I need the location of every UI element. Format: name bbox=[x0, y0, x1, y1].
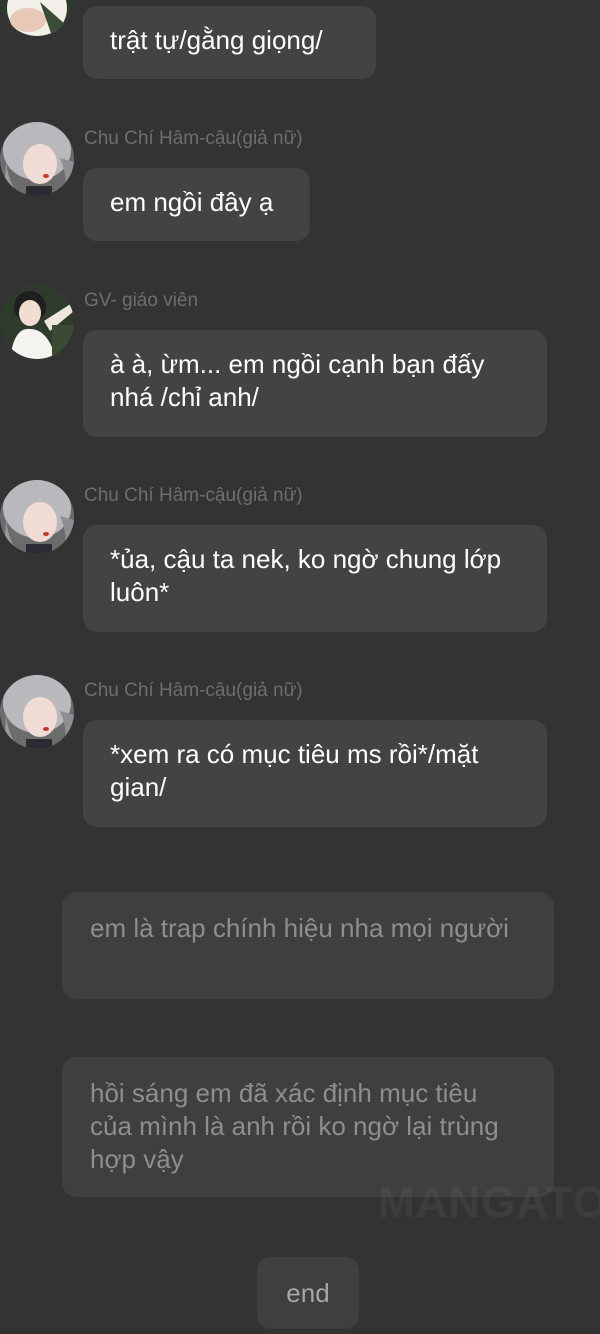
sender-name: Chu Chí Hâm-cậu(giả nữ) bbox=[84, 680, 303, 701]
message-bubble: em ngồi đây ạ bbox=[83, 168, 310, 241]
end-button-label: end bbox=[286, 1277, 330, 1308]
narration-box: em là trap chính hiệu nha mọi người bbox=[62, 892, 554, 999]
girl-avatar[interactable] bbox=[0, 122, 74, 196]
message-text: trật tự/gằng giọng/ bbox=[110, 25, 323, 55]
message-bubble: *xem ra có mục tiêu ms rồi*/mặt gian/ bbox=[83, 720, 547, 827]
message-text: à à, ừm... em ngồi cạnh bạn đấy nhá /chỉ… bbox=[110, 349, 485, 412]
girl-avatar[interactable] bbox=[0, 480, 74, 554]
message-text: *xem ra có mục tiêu ms rồi*/mặt gian/ bbox=[110, 739, 479, 802]
narration-text: em là trap chính hiệu nha mọi người bbox=[90, 913, 509, 943]
message-text: em ngồi đây ạ bbox=[110, 187, 274, 217]
narration-text: hồi sáng em đã xác định mục tiêu của mìn… bbox=[90, 1078, 499, 1174]
message-text: *ủa, cậu ta nek, ko ngờ chung lớp luôn* bbox=[110, 544, 502, 607]
message-bubble: trật tự/gằng giọng/ bbox=[83, 6, 376, 79]
teacher-avatar[interactable] bbox=[0, 285, 74, 359]
girl-avatar[interactable] bbox=[0, 675, 74, 749]
message-bubble: *ủa, cậu ta nek, ko ngờ chung lớp luôn* bbox=[83, 525, 547, 632]
sender-name: Chu Chí Hâm-cậu(giả nữ) bbox=[84, 128, 303, 149]
watermark: MANGATOON bbox=[378, 1178, 600, 1227]
narration-box: hồi sáng em đã xác định mục tiêu của mìn… bbox=[62, 1057, 554, 1197]
teacher-avatar[interactable] bbox=[0, 0, 74, 36]
message-bubble: à à, ừm... em ngồi cạnh bạn đấy nhá /chỉ… bbox=[83, 330, 547, 437]
end-button[interactable]: end bbox=[257, 1257, 359, 1329]
sender-name: Chu Chí Hâm-cậu(giả nữ) bbox=[84, 485, 303, 506]
sender-name: GV- giáo viên bbox=[84, 290, 199, 311]
chat-story-page: trật tự/gằng giọng/ Chu Chí Hâm-cậu(giả … bbox=[0, 0, 600, 1334]
